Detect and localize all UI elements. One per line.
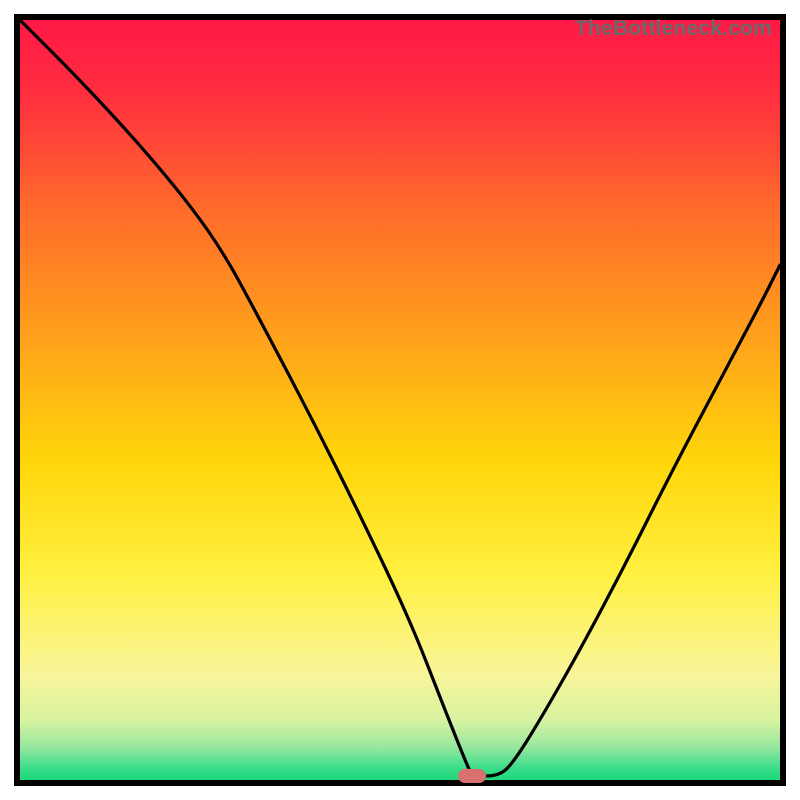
optimal-marker — [458, 769, 486, 783]
chart-frame: TheBottleneck.com — [14, 14, 786, 786]
chart-background — [20, 20, 780, 780]
gradient-rect — [20, 20, 780, 780]
watermark-text: TheBottleneck.com — [575, 17, 772, 41]
